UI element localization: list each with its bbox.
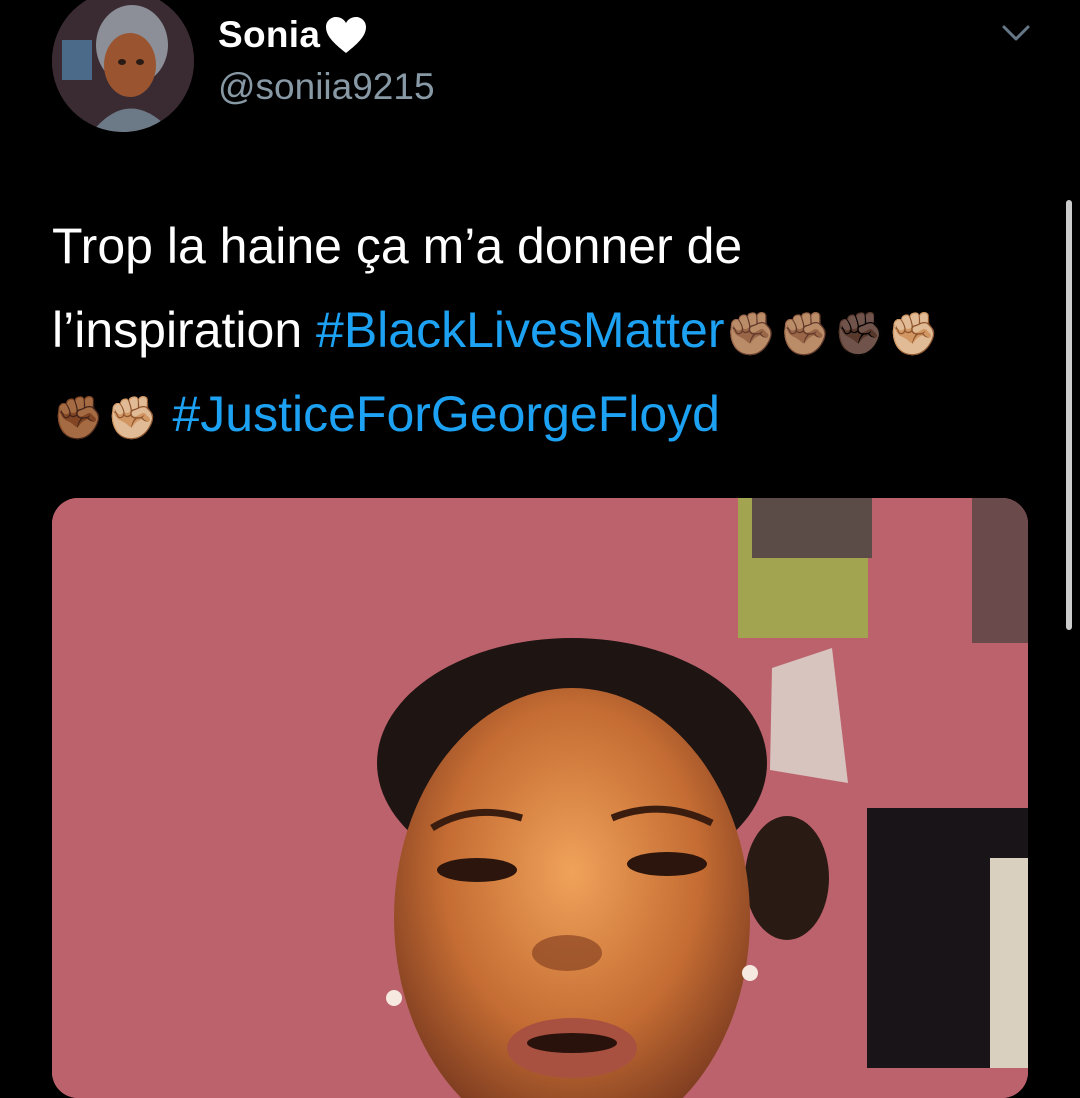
raised-fist-icon: ✊🏿	[833, 309, 886, 357]
tweet-line-3: ✊🏾 ✊🏼 #JusticeForGeorgeFloyd	[52, 372, 1042, 456]
display-name[interactable]: Sonia	[218, 14, 320, 56]
tweet-line-2: l’inspiration #BlackLivesMatter ✊🏽 ✊🏽 ✊🏿…	[52, 288, 1042, 372]
tweet-header: Sonia @soniia9215	[0, 0, 1080, 150]
tweet-text-fragment: l’inspiration	[52, 302, 317, 358]
raised-fist-icon: ✊🏼	[106, 393, 159, 441]
user-handle[interactable]: @soniia9215	[218, 66, 435, 108]
tweet-line-1: Trop la haine ça m’a donner de	[52, 218, 743, 274]
video-thumbnail[interactable]	[52, 498, 1028, 1098]
raised-fist-icon: ✊🏽	[778, 309, 832, 357]
white-heart-icon	[326, 17, 367, 53]
avatar[interactable]	[52, 0, 194, 132]
scrollbar[interactable]	[1066, 200, 1072, 630]
raised-fist-icon: ✊🏽	[724, 309, 777, 357]
chevron-down-icon[interactable]	[1000, 22, 1032, 44]
hashtag-justiceforgeorgefloyd[interactable]: #JusticeForGeorgeFloyd	[173, 386, 720, 442]
raised-fist-emojis: ✊🏽 ✊🏽 ✊🏿 ✊🏼	[724, 309, 940, 357]
hashtag-blacklivesmatter[interactable]: #BlackLivesMatter	[316, 302, 725, 358]
raised-fist-icon: ✊🏾	[52, 393, 105, 441]
display-name-row[interactable]: Sonia	[218, 14, 368, 56]
raised-fist-emojis: ✊🏾 ✊🏼	[52, 393, 159, 441]
tweet-text: Trop la haine ça m’a donner de l’inspira…	[52, 204, 1042, 456]
raised-fist-icon: ✊🏼	[887, 309, 940, 357]
